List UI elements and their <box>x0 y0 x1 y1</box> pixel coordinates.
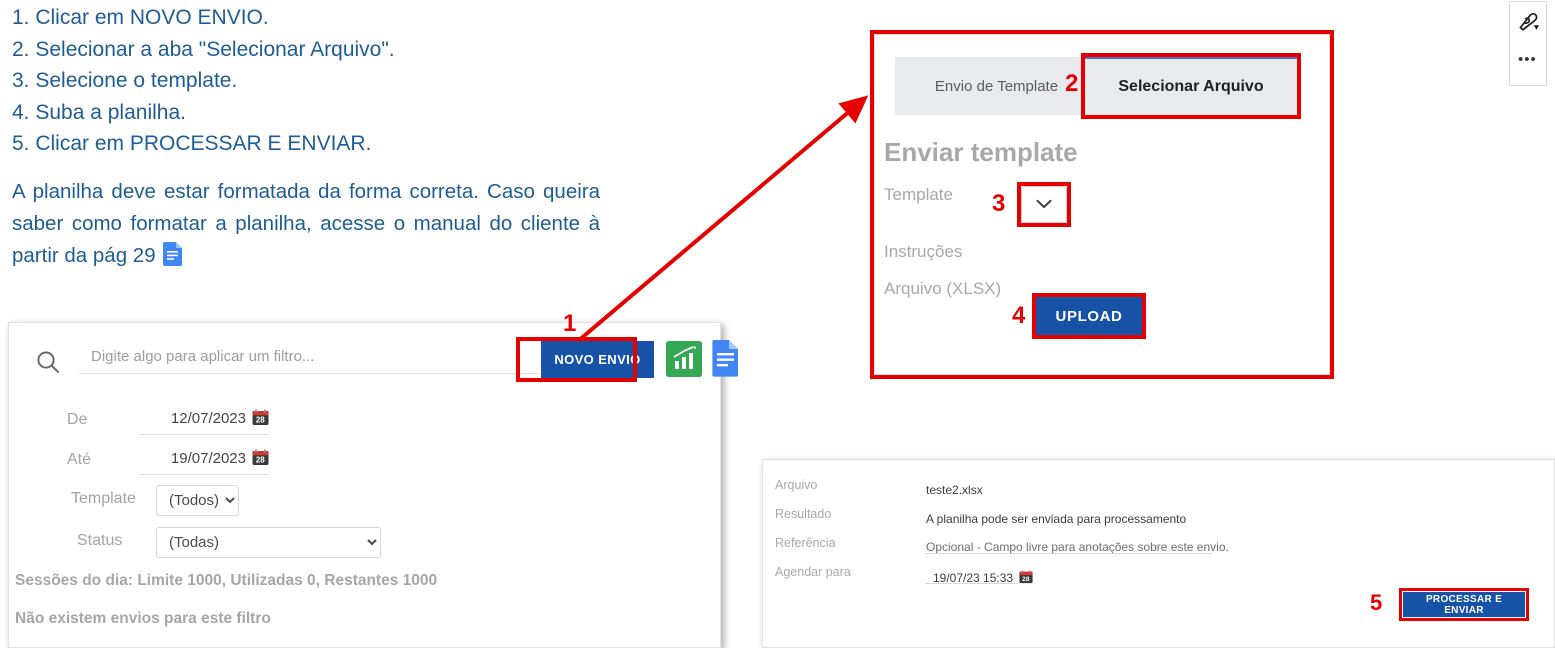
step-number-5: 5 <box>1370 590 1383 615</box>
template-field-label: Template <box>884 185 953 204</box>
calendar-icon[interactable]: 28 <box>1019 570 1033 584</box>
annotation-toolbar: ••• <box>1509 1 1547 86</box>
template-dropdown[interactable] <box>1021 186 1067 223</box>
reference-input[interactable]: Opcional - Campo livre para anotações so… <box>926 540 1229 554</box>
document-list-icon[interactable] <box>711 339 741 377</box>
status-filter-select[interactable]: (Todas) <box>156 527 381 558</box>
field-row-de: De 12/07/2023 28 <box>29 405 359 441</box>
step-number-4: 4 <box>1012 302 1026 329</box>
field-row-template: Template (Todos) <box>29 481 359 517</box>
step-number-3: 3 <box>992 190 1006 217</box>
calendar-icon[interactable]: 28 <box>252 449 269 466</box>
submission-filter-panel: NOVO ENVIO De 12/07/2023 28 <box>8 322 738 648</box>
instruction-paragraph-text: A planilha deve estar formatada da forma… <box>12 179 600 267</box>
instruction-paragraph: A planilha deve estar formatada da forma… <box>12 176 600 272</box>
reference-underline <box>925 553 1212 554</box>
field-row-status: Status (Todas) <box>29 523 429 559</box>
date-from-value: 12/07/2023 <box>170 410 246 427</box>
file-field-label: Arquivo (XLSX) <box>884 279 1002 298</box>
detail-label-arquivo: Arquivo <box>775 478 818 492</box>
google-docs-icon[interactable] <box>162 241 182 266</box>
template-filter-select[interactable]: (Todos) <box>156 485 239 516</box>
schedule-underline <box>925 583 1018 584</box>
svg-text:28: 28 <box>256 416 265 425</box>
date-to-value: 19/07/2023 <box>170 450 246 467</box>
instruction-step: 1. Clicar em NOVO ENVIO. <box>12 6 269 29</box>
instruction-step: 5. Clicar em PROCESSAR E ENVIAR. <box>12 132 372 155</box>
instruction-step: 3. Selecione o template. <box>12 69 238 92</box>
field-label-de: De <box>67 411 88 428</box>
search-icon[interactable] <box>35 349 61 380</box>
detail-value-arquivo: teste2.xlsx <box>926 483 983 497</box>
instructions-block: 1. Clicar em NOVO ENVIO. 2. Selecionar a… <box>12 2 632 272</box>
date-from-field[interactable]: 12/07/2023 28 <box>139 409 269 435</box>
send-template-title: Enviar template <box>884 137 1078 167</box>
detail-label-resultado: Resultado <box>775 507 832 521</box>
tab-selecionar-arquivo[interactable]: Selecionar Arquivo <box>1085 57 1297 115</box>
search-input[interactable] <box>79 345 538 374</box>
detail-label-agendar-para: Agendar para <box>775 565 851 579</box>
field-label-ate: Até <box>67 451 92 468</box>
instruction-step: 4. Suba a planilha. <box>12 100 186 124</box>
svg-text:28: 28 <box>1022 576 1030 583</box>
chevron-down-icon <box>1036 196 1052 214</box>
empty-results-text: Não existem envios para este filtro <box>15 610 271 627</box>
more-options-icon[interactable]: ••• <box>1518 52 1537 67</box>
search-row: NOVO ENVIO <box>29 340 738 385</box>
calendar-icon[interactable]: 28 <box>252 409 269 426</box>
step-number-1: 1 <box>563 310 577 337</box>
instructions-field-label: Instruções <box>884 242 963 261</box>
sessions-summary-text: Sessões do dia: Limite 1000, Utilizadas … <box>15 572 438 589</box>
field-row-ate: Até 19/07/2023 28 <box>29 445 359 481</box>
detail-value-resultado: A planilha pode ser enviada para process… <box>926 512 1187 526</box>
instruction-step: 2. Selecionar a aba "Selecionar Arquivo"… <box>12 37 395 61</box>
date-to-field[interactable]: 19/07/2023 28 <box>139 449 269 475</box>
svg-text:28: 28 <box>256 456 265 465</box>
field-label-template: Template <box>71 490 136 507</box>
pen-highlighter-icon[interactable] <box>1516 10 1542 41</box>
new-submission-button[interactable]: NOVO ENVIO <box>541 341 654 378</box>
field-label-status: Status <box>77 532 123 549</box>
upload-button[interactable]: UPLOAD <box>1036 297 1142 335</box>
process-and-send-button[interactable]: PROCESSAR E ENVIAR <box>1403 592 1525 617</box>
step-number-2: 2 <box>1065 70 1079 97</box>
bar-chart-icon[interactable] <box>666 341 702 377</box>
detail-label-referencia: Referência <box>775 536 836 550</box>
